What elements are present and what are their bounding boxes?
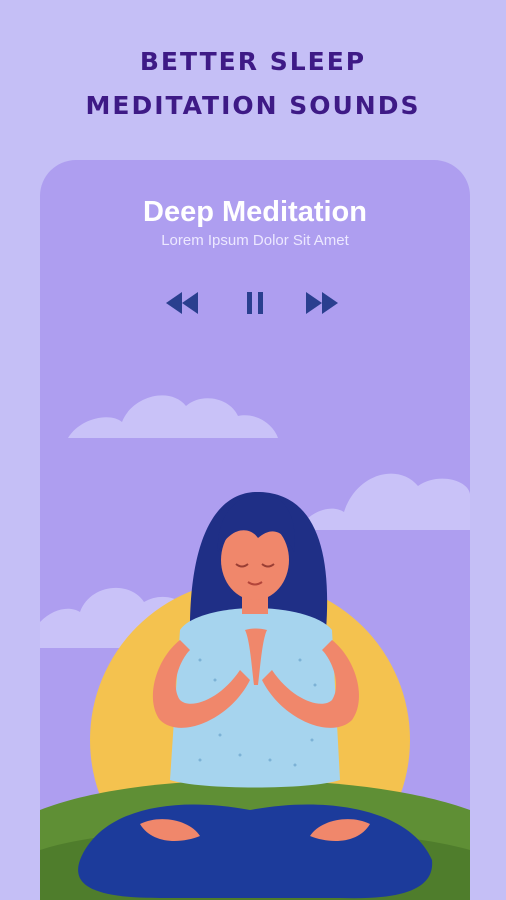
- rewind-button[interactable]: [162, 288, 202, 318]
- headline-line-2: MEDITATION SOUNDS: [85, 91, 421, 120]
- promo-headline: BETTER SLEEP MEDITATION SOUNDS: [0, 40, 506, 128]
- fast-forward-button[interactable]: [302, 288, 342, 318]
- meditation-illustration: [40, 395, 470, 900]
- fast-forward-icon: [306, 292, 338, 314]
- rewind-icon: [166, 292, 198, 314]
- headline-line-1: BETTER SLEEP: [139, 47, 367, 76]
- pause-button[interactable]: [235, 288, 275, 318]
- crossed-legs: [78, 804, 433, 899]
- pause-icon: [247, 292, 263, 314]
- track-subtitle: Lorem Ipsum Dolor Sit Amet: [161, 232, 349, 249]
- playback-controls: [40, 288, 470, 318]
- cloud-icon: [68, 395, 278, 438]
- track-title: Deep Meditation: [143, 196, 367, 228]
- cloud-icon: [298, 473, 470, 530]
- player-card: Deep Meditation Lorem Ipsum Dolor Sit Am…: [40, 160, 470, 900]
